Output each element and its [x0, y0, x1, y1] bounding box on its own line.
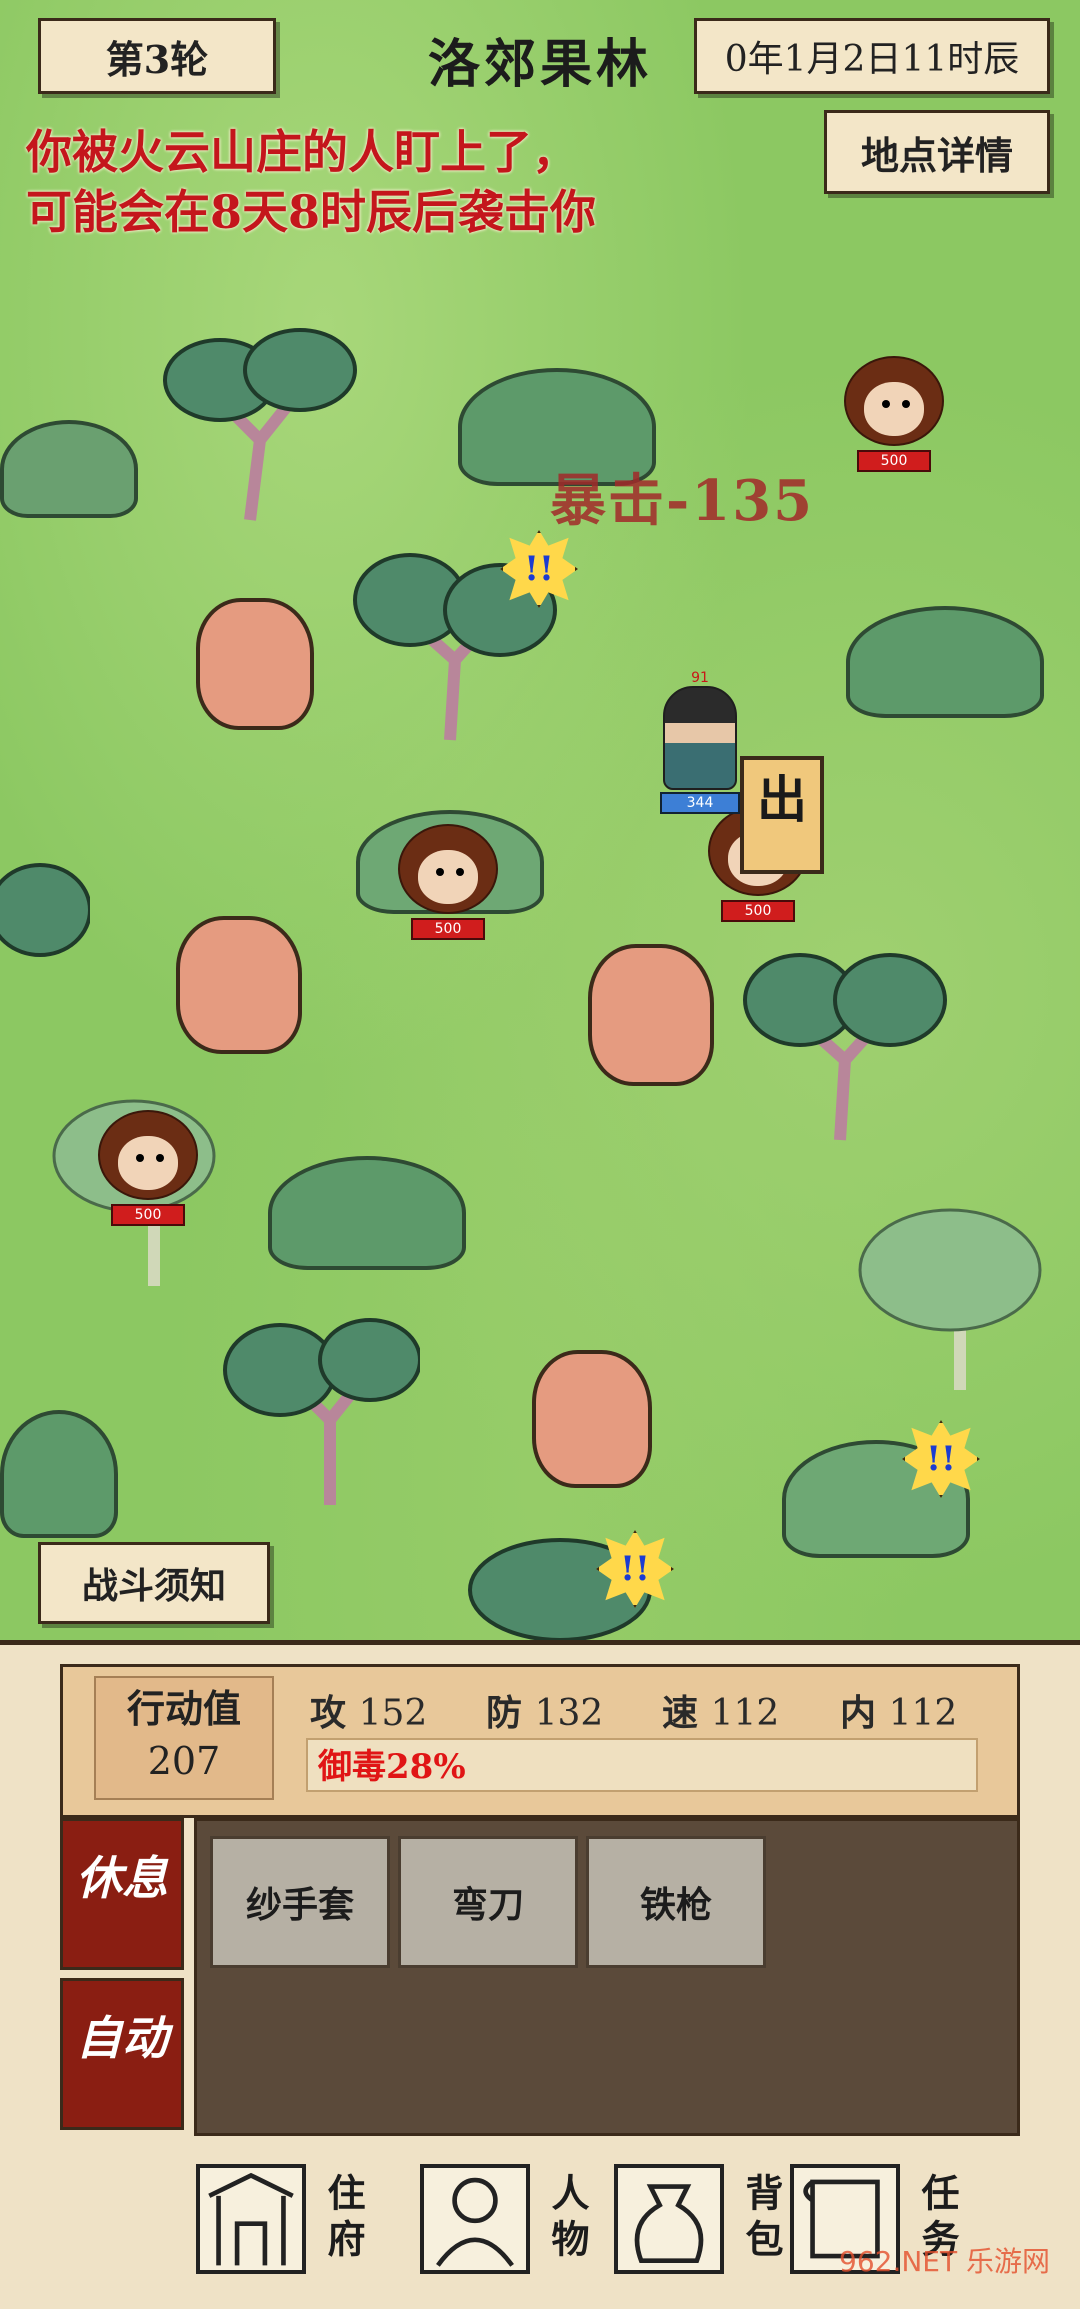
poison-resist-status: 御毒28%: [306, 1738, 978, 1792]
battle-notice-button[interactable]: 战斗须知: [38, 1542, 270, 1624]
location-details-button[interactable]: 地点详情: [824, 110, 1050, 194]
player-level: 91: [691, 670, 709, 686]
bag-icon: [614, 2164, 724, 2274]
alert-icon[interactable]: !!: [902, 1420, 980, 1498]
gate-icon: [196, 2164, 306, 2274]
monkey-sprite: [844, 356, 944, 446]
auto-button[interactable]: 自动: [60, 1978, 184, 2130]
tree: [163, 328, 357, 521]
nav-character-label: 人物: [545, 2173, 590, 2265]
item-slot[interactable]: 纱手套: [210, 1836, 390, 1968]
rock: [588, 944, 714, 1086]
stat-speed-label: 速: [662, 1692, 699, 1734]
monkey-hp-bar: 500: [721, 900, 795, 922]
nav-bag[interactable]: 背包: [614, 2154, 789, 2284]
date-label: 0年1月2日11时辰: [694, 18, 1050, 94]
stat-internal-value: 112: [888, 1693, 958, 1734]
rock: [196, 598, 314, 730]
alert-icon[interactable]: !!: [500, 530, 578, 608]
nav-residence-label: 住府: [321, 2173, 366, 2265]
warning-line-1: 你被火云山庄的人盯上了，: [26, 125, 578, 179]
person-icon: [420, 2164, 530, 2274]
exit-sign[interactable]: 出: [740, 756, 824, 874]
player-hp-bar: 344: [660, 792, 740, 814]
nav-bag-label: 背包: [739, 2173, 784, 2265]
player-character[interactable]: 91 344: [660, 670, 740, 814]
stat-defense-value: 132: [534, 1693, 604, 1734]
alert-icon[interactable]: !!: [596, 1530, 674, 1608]
stat-attack: 攻 152: [310, 1684, 427, 1736]
monkey-hp-bar: 500: [411, 918, 485, 940]
tree: [223, 1318, 420, 1505]
nav-character[interactable]: 人物: [420, 2154, 595, 2284]
action-points-box: 行动值 207: [94, 1676, 274, 1800]
warning-line-2: 可能会在8天8时辰后袭击你: [26, 185, 597, 239]
floating-damage-text: 暴击-135: [550, 468, 815, 534]
stat-defense: 防 132: [486, 1684, 603, 1736]
tree: [0, 863, 90, 957]
tree: [858, 1208, 1042, 1390]
tree: [743, 953, 947, 1141]
monkey-hp-bar: 500: [111, 1204, 185, 1226]
ambush-warning: 你被火云山庄的人盯上了， 可能会在8天8时辰后袭击你: [26, 122, 596, 242]
game-map[interactable]: !! !! !! 暴击-135 500 500 500 500 91 344 出: [0, 0, 1080, 1640]
player-sprite: [663, 686, 737, 790]
stat-speed: 速 112: [662, 1684, 779, 1736]
monkey-hp-bar: 500: [857, 450, 931, 472]
stat-attack-value: 152: [358, 1693, 428, 1734]
action-points-value: 207: [147, 1739, 221, 1783]
monkey-enemy[interactable]: 500: [398, 824, 498, 940]
monkey-enemy[interactable]: 500: [98, 1110, 198, 1226]
monkey-sprite: [398, 824, 498, 914]
stat-internal: 内 112: [840, 1684, 957, 1736]
monkey-enemy[interactable]: 500: [844, 356, 944, 472]
nav-residence[interactable]: 住府: [196, 2154, 371, 2284]
item-slot[interactable]: 弯刀: [398, 1836, 578, 1968]
stat-internal-label: 内: [840, 1692, 877, 1734]
bush: [268, 1156, 466, 1270]
rest-button[interactable]: 休息: [60, 1818, 184, 1970]
stat-defense-label: 防: [486, 1692, 523, 1734]
stat-speed-value: 112: [710, 1693, 780, 1734]
watermark: 962.NET 乐游网: [839, 2245, 1050, 2278]
bush: [0, 1410, 118, 1538]
monkey-sprite: [98, 1110, 198, 1200]
rock: [176, 916, 302, 1054]
action-points-label: 行动值: [126, 1686, 241, 1731]
stat-attack-label: 攻: [310, 1692, 347, 1734]
bush: [846, 606, 1044, 718]
bush: [0, 420, 138, 518]
rock: [532, 1350, 652, 1488]
item-slot[interactable]: 铁枪: [586, 1836, 766, 1968]
